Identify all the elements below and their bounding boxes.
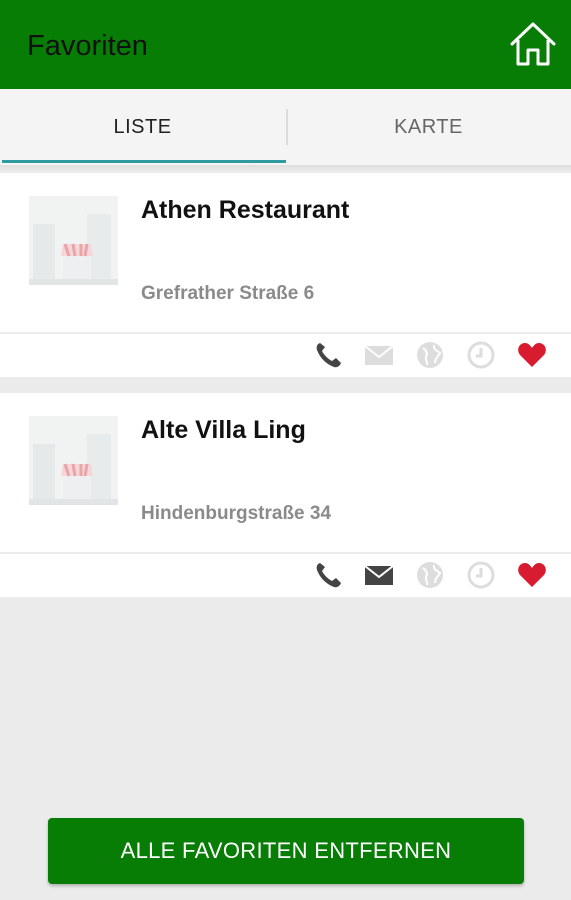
active-tab-indicator xyxy=(2,160,286,163)
tab-liste[interactable]: LISTE xyxy=(0,89,285,165)
app-bar: Favoriten xyxy=(0,0,571,89)
restaurant-name: Athen Restaurant xyxy=(141,196,350,224)
heart-icon[interactable] xyxy=(517,561,547,589)
email-icon[interactable] xyxy=(364,341,394,369)
phone-icon[interactable] xyxy=(313,561,343,589)
restaurant-address: Hindenburgstraße 34 xyxy=(141,503,332,524)
restaurant-address: Grefrather Straße 6 xyxy=(141,283,315,304)
card-divider xyxy=(0,552,571,554)
clock-icon[interactable] xyxy=(466,341,496,369)
page-title: Favoriten xyxy=(27,30,148,62)
restaurant-thumbnail xyxy=(29,416,118,505)
remove-all-favorites-button[interactable]: ALLE FAVORITEN ENTFERNEN xyxy=(48,818,524,884)
card-divider xyxy=(0,332,571,334)
tab-bar: LISTE KARTE xyxy=(0,89,571,165)
restaurant-name: Alte Villa Ling xyxy=(141,416,306,444)
phone-icon[interactable] xyxy=(313,341,343,369)
tab-shadow xyxy=(0,165,571,171)
restaurant-thumbnail xyxy=(29,196,118,285)
favorite-card[interactable]: Athen Restaurant Grefrather Straße 6 xyxy=(0,173,571,377)
heart-icon[interactable] xyxy=(517,341,547,369)
tab-karte[interactable]: KARTE xyxy=(286,89,571,165)
favorite-card[interactable]: Alte Villa Ling Hindenburgstraße 34 xyxy=(0,393,571,597)
globe-icon[interactable] xyxy=(415,561,445,589)
clock-icon[interactable] xyxy=(466,561,496,589)
email-icon[interactable] xyxy=(364,561,394,589)
home-icon[interactable] xyxy=(508,20,558,68)
globe-icon[interactable] xyxy=(415,341,445,369)
